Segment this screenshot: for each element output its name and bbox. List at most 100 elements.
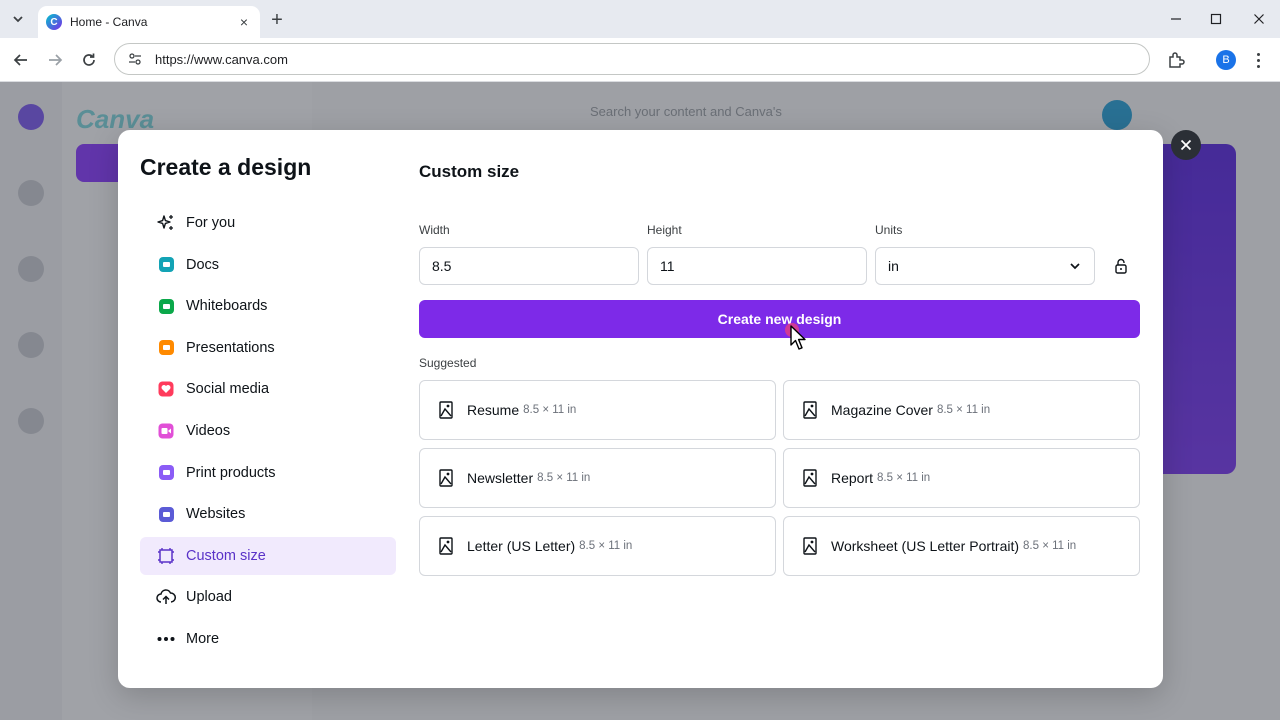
docs-icon <box>156 255 176 275</box>
browser-tabstrip: C Home - Canva × + <box>0 0 1280 38</box>
menu-item-websites[interactable]: Websites <box>140 495 396 533</box>
design-type-menu: For you Docs Whiteboards Presentations S… <box>140 204 396 662</box>
tab-search-button[interactable] <box>6 7 30 31</box>
height-label: Height <box>647 223 682 237</box>
menu-label: Upload <box>186 589 232 606</box>
suggestion-size: 8.5 × 11 in <box>877 472 931 484</box>
url-text: https://www.canva.com <box>155 51 288 67</box>
template-image-icon <box>802 468 818 488</box>
maximize-button[interactable] <box>1205 8 1227 30</box>
menu-item-print-products[interactable]: Print products <box>140 454 396 492</box>
upload-cloud-icon <box>156 587 176 607</box>
menu-item-social-media[interactable]: Social media <box>140 370 396 408</box>
suggestion-size: 8.5 × 11 in <box>936 404 991 416</box>
more-dots-icon <box>156 629 176 649</box>
template-image-icon <box>438 468 454 488</box>
menu-label: Print products <box>186 464 276 481</box>
menu-label: Custom size <box>186 547 266 564</box>
whiteboard-icon <box>156 296 176 316</box>
suggestion-name: Newsletter <box>467 470 534 486</box>
reload-icon <box>83 53 95 66</box>
template-image-icon <box>438 400 454 420</box>
heart-icon <box>156 379 176 399</box>
aspect-lock-button[interactable] <box>1111 256 1131 276</box>
modal-title: Create a design <box>140 154 312 180</box>
site-info-icon[interactable] <box>125 49 145 69</box>
suggestion-size: 8.5 × 11 in <box>1023 540 1077 552</box>
modal-close-button[interactable] <box>1171 130 1201 160</box>
close-icon <box>1254 14 1264 24</box>
template-image-icon <box>802 400 818 420</box>
close-icon <box>1180 139 1192 151</box>
browser-menu-button[interactable] <box>1250 48 1266 72</box>
create-new-design-button[interactable]: Create new design <box>419 300 1140 338</box>
suggested-label: Suggested <box>419 356 477 370</box>
suggestion-size: 8.5 × 11 in <box>537 472 591 484</box>
forward-button[interactable] <box>43 48 67 72</box>
print-icon <box>156 463 176 483</box>
menu-label: Social media <box>186 381 270 398</box>
video-icon <box>156 421 176 441</box>
menu-item-presentations[interactable]: Presentations <box>140 329 396 367</box>
minimize-button[interactable] <box>1165 8 1187 30</box>
units-label: Units <box>875 223 903 237</box>
unlock-icon <box>1115 258 1127 274</box>
address-bar[interactable]: https://www.canva.com <box>114 43 1150 75</box>
suggestion-name: Letter (US Letter) <box>467 538 576 554</box>
canva-favicon-icon: C <box>46 14 62 30</box>
menu-label: Videos <box>186 422 231 439</box>
menu-item-videos[interactable]: Videos <box>140 412 396 450</box>
menu-item-custom-size[interactable]: Custom size <box>140 536 396 575</box>
mouse-pointer-icon <box>790 325 806 350</box>
browser-tab[interactable]: C Home - Canva × <box>38 6 260 38</box>
section-title: Custom size <box>419 162 520 181</box>
suggestion-card[interactable]: Magazine Cover 8.5 × 11 in <box>783 380 1140 440</box>
profile-avatar[interactable]: B <box>1216 50 1236 70</box>
arrow-left-icon <box>13 54 27 66</box>
suggestion-card[interactable]: Worksheet (US Letter Portrait) 8.5 × 11 … <box>783 516 1140 576</box>
menu-label: Whiteboards <box>186 298 268 315</box>
window-close-button[interactable] <box>1248 8 1270 30</box>
menu-item-for-you[interactable]: For you <box>140 204 396 242</box>
suggestion-name: Report <box>831 470 874 486</box>
create-design-modal: Create a design For you Docs Whiteboards… <box>118 130 1163 688</box>
menu-label: More <box>186 630 220 647</box>
suggestion-card[interactable]: Report 8.5 × 11 in <box>783 448 1140 508</box>
menu-label: Docs <box>186 256 220 273</box>
new-tab-button[interactable]: + <box>266 9 288 31</box>
height-input[interactable] <box>647 247 867 285</box>
units-select[interactable]: in <box>875 247 1095 285</box>
arrow-right-icon <box>49 54 63 66</box>
custom-size-icon <box>156 546 176 566</box>
width-input[interactable] <box>419 247 639 285</box>
suggestion-name: Worksheet (US Letter Portrait) <box>831 538 1020 554</box>
browser-toolbar: https://www.canva.com B <box>0 38 1280 82</box>
suggestion-card[interactable]: Resume 8.5 × 11 in <box>419 380 776 440</box>
suggestion-name: Resume <box>467 402 520 418</box>
chevron-down-icon <box>13 16 23 23</box>
suggestion-card[interactable]: Letter (US Letter) 8.5 × 11 in <box>419 516 776 576</box>
suggestion-size: 8.5 × 11 in <box>523 404 577 416</box>
website-icon <box>156 504 176 524</box>
menu-item-docs[interactable]: Docs <box>140 246 396 284</box>
menu-item-more[interactable]: More <box>140 620 396 658</box>
tab-title: Home - Canva <box>70 15 148 29</box>
units-value: in <box>888 258 899 274</box>
extensions-button[interactable] <box>1164 48 1188 72</box>
chevron-down-icon <box>1070 263 1080 270</box>
menu-label: For you <box>186 215 236 231</box>
tab-close-icon[interactable]: × <box>236 14 252 30</box>
menu-label: Websites <box>186 506 246 523</box>
suggestion-size: 8.5 × 11 in <box>579 540 633 552</box>
menu-item-upload[interactable]: Upload <box>140 578 396 616</box>
back-button[interactable] <box>9 48 33 72</box>
menu-label: Presentations <box>186 339 275 356</box>
width-label: Width <box>419 223 450 237</box>
maximize-icon <box>1210 13 1222 25</box>
menu-item-whiteboards[interactable]: Whiteboards <box>140 287 396 325</box>
suggestion-card[interactable]: Newsletter 8.5 × 11 in <box>419 448 776 508</box>
presentation-icon <box>156 338 176 358</box>
template-image-icon <box>438 536 454 556</box>
minimize-icon <box>1171 18 1181 20</box>
reload-button[interactable] <box>77 48 101 72</box>
